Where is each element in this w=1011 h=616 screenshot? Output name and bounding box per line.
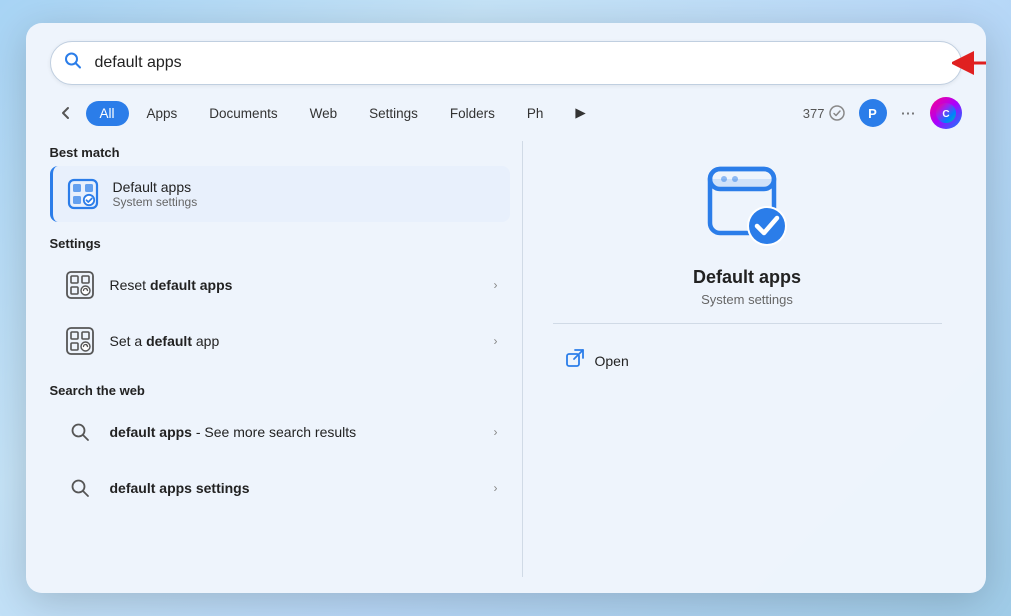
best-match-subtitle: System settings <box>113 195 498 209</box>
arrow-annotation <box>952 45 986 81</box>
svg-text:C: C <box>942 109 949 120</box>
tab-settings[interactable]: Settings <box>355 101 432 126</box>
filter-tabs: All Apps Documents Web Settings Folders … <box>26 85 986 129</box>
web-search-2-text: default apps settings <box>110 480 482 496</box>
default-apps-icon-small <box>65 176 101 212</box>
web-search-1-text: default apps - See more search results <box>110 424 482 440</box>
default-apps-icon-large <box>702 161 792 251</box>
more-button[interactable]: ⋯ <box>891 99 926 127</box>
set-default-app-item[interactable]: Set a default app › <box>50 313 510 369</box>
app-name-large: Default apps <box>693 267 801 288</box>
tab-folders[interactable]: Folders <box>436 101 509 126</box>
web-search-icon-1 <box>62 414 98 450</box>
search-box-container <box>50 41 962 85</box>
search-icon <box>64 52 82 75</box>
web-section: Search the web default apps - See more s… <box>50 379 510 516</box>
set-default-icon <box>62 323 98 359</box>
user-avatar[interactable]: P <box>859 99 887 127</box>
content-area: Best match Default apps <box>26 129 986 593</box>
set-chevron-icon: › <box>494 334 498 348</box>
web-section-label: Search the web <box>50 383 510 398</box>
reset-chevron-icon: › <box>494 278 498 292</box>
tab-apps[interactable]: Apps <box>133 101 192 126</box>
tab-play[interactable]: ▶ <box>561 100 599 126</box>
score-display: 377 <box>793 100 855 126</box>
web-search-1-title: default apps - See more search results <box>110 424 482 440</box>
reset-default-apps-item[interactable]: Reset default apps › <box>50 257 510 313</box>
tab-all[interactable]: All <box>86 101 129 126</box>
web-search-2[interactable]: default apps settings › <box>50 460 510 516</box>
set-item-text: Set a default app <box>110 333 482 349</box>
open-label: Open <box>595 353 629 369</box>
settings-section: Settings Reset <box>50 232 510 369</box>
left-panel: Best match Default apps <box>50 141 510 577</box>
web-search-2-chevron-icon: › <box>494 481 498 495</box>
open-button[interactable]: Open <box>553 340 942 381</box>
open-icon <box>565 348 585 373</box>
web-search-1[interactable]: default apps - See more search results › <box>50 404 510 460</box>
back-button[interactable] <box>50 97 82 129</box>
reset-icon <box>62 267 98 303</box>
tab-ph[interactable]: Ph <box>513 101 558 126</box>
tab-documents[interactable]: Documents <box>195 101 291 126</box>
copilot-icon[interactable]: C <box>930 97 962 129</box>
tab-web[interactable]: Web <box>296 101 352 126</box>
set-item-title: Set a default app <box>110 333 482 349</box>
best-match-title: Default apps <box>113 179 498 195</box>
settings-section-label: Settings <box>50 236 510 251</box>
best-match-label: Best match <box>50 145 510 160</box>
reset-item-title: Reset default apps <box>110 277 482 293</box>
reset-item-text: Reset default apps <box>110 277 482 293</box>
search-panel: All Apps Documents Web Settings Folders … <box>26 23 986 593</box>
right-panel: Default apps System settings Open <box>522 141 962 577</box>
app-sub-large: System settings <box>701 292 793 307</box>
web-search-icon-2 <box>62 470 98 506</box>
score-icon <box>829 105 845 121</box>
best-match-text: Default apps System settings <box>113 179 498 209</box>
web-search-1-chevron-icon: › <box>494 425 498 439</box>
search-input[interactable] <box>50 41 962 85</box>
top-bar <box>26 23 986 85</box>
right-divider <box>553 323 942 324</box>
best-match-item[interactable]: Default apps System settings <box>50 166 510 222</box>
web-search-2-title: default apps settings <box>110 480 482 496</box>
